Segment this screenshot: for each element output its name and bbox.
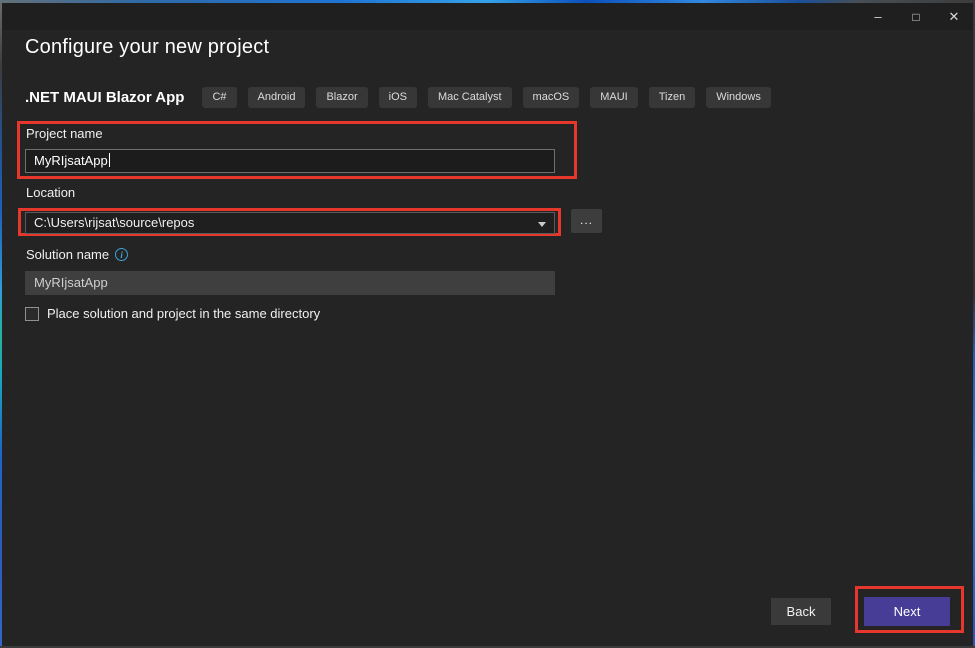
location-label: Location	[26, 185, 75, 200]
minimize-icon[interactable]: –	[863, 6, 893, 28]
page-title: Configure your new project	[25, 36, 269, 59]
solution-name-label-row: Solution name i	[26, 247, 128, 262]
screenshot-frame: – □ ✕ Configure your new project .NET MA…	[0, 0, 975, 648]
template-info-row: .NET MAUI Blazor App C# Android Blazor i…	[25, 87, 771, 108]
platform-tag-csharp: C#	[202, 87, 236, 108]
platform-tag-mac-catalyst: Mac Catalyst	[428, 87, 512, 108]
same-directory-label: Place solution and project in the same d…	[47, 306, 320, 321]
same-directory-row: Place solution and project in the same d…	[25, 306, 320, 321]
platform-tag-windows: Windows	[706, 87, 771, 108]
text-cursor	[109, 153, 110, 167]
platform-tag-maui: MAUI	[590, 87, 638, 108]
chevron-down-icon[interactable]	[538, 222, 546, 227]
browse-location-button[interactable]: ...	[571, 209, 602, 233]
same-directory-checkbox[interactable]	[25, 307, 39, 321]
next-button[interactable]: Next	[864, 597, 950, 626]
platform-tag-macos: macOS	[523, 87, 580, 108]
solution-name-label: Solution name	[26, 247, 109, 262]
platform-tag-android: Android	[248, 87, 306, 108]
maximize-icon[interactable]: □	[901, 6, 931, 28]
platform-tag-blazor: Blazor	[316, 87, 367, 108]
location-value: C:\Users\rijsat\source\repos	[34, 215, 194, 230]
solution-name-input: MyRIjsatApp	[25, 271, 555, 295]
close-icon[interactable]: ✕	[939, 6, 969, 28]
info-icon[interactable]: i	[115, 248, 128, 261]
project-name-input[interactable]: MyRIjsatApp	[25, 149, 555, 173]
configure-project-dialog: – □ ✕ Configure your new project .NET MA…	[2, 3, 973, 646]
title-bar[interactable]: – □ ✕	[2, 3, 973, 30]
back-button[interactable]: Back	[771, 598, 831, 625]
location-combobox[interactable]: C:\Users\rijsat\source\repos	[25, 212, 555, 234]
solution-name-value: MyRIjsatApp	[34, 275, 108, 290]
platform-tag-tizen: Tizen	[649, 87, 696, 108]
project-name-label: Project name	[26, 126, 103, 141]
template-name: .NET MAUI Blazor App	[25, 89, 184, 106]
project-name-value: MyRIjsatApp	[34, 153, 108, 168]
platform-tag-ios: iOS	[379, 87, 417, 108]
